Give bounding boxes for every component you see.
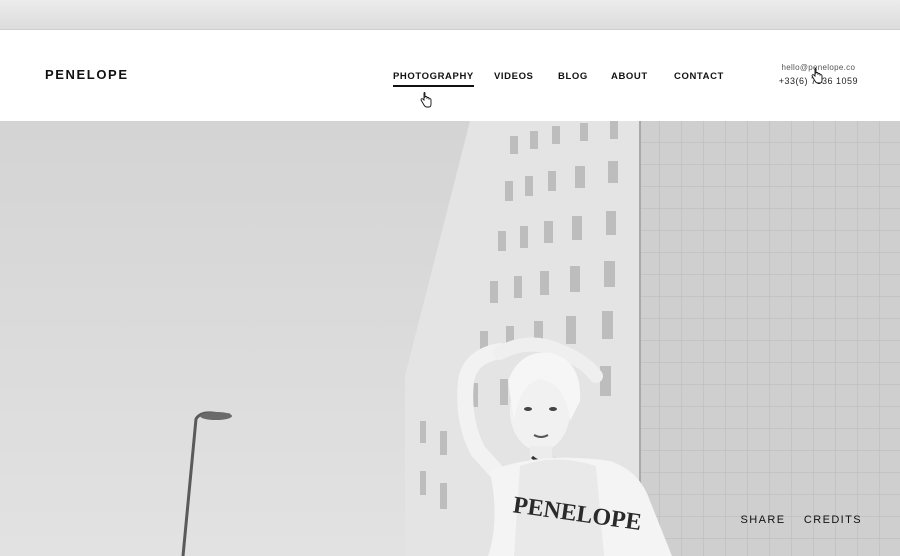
- nav-item-blog[interactable]: BLOG: [558, 71, 588, 82]
- hero-actions: SHARE CREDITS: [727, 510, 862, 528]
- share-button[interactable]: SHARE: [741, 514, 786, 526]
- nav-item-photography[interactable]: PHOTOGRAPHY: [393, 71, 474, 87]
- browser-toolbar: [0, 0, 900, 30]
- nav-item-videos[interactable]: VIDEOS: [494, 71, 534, 82]
- hand-cursor-icon: [420, 92, 432, 108]
- active-nav-underline: [393, 85, 474, 87]
- hand-cursor-icon: [811, 68, 823, 84]
- hero-photo: PENELOPE SHARE CREDITS: [0, 121, 900, 556]
- nav-item-about[interactable]: ABOUT: [611, 71, 648, 82]
- nav-item-label: PHOTOGRAPHY: [393, 71, 474, 82]
- photo-portrait-icon: PENELOPE: [0, 121, 900, 556]
- site-header: PENELOPE PHOTOGRAPHY VIDEOS BLOG ABOUT C…: [0, 30, 900, 121]
- main-nav: PHOTOGRAPHY VIDEOS BLOG ABOUT CONTACT: [0, 71, 900, 91]
- credits-button[interactable]: CREDITS: [804, 514, 862, 526]
- nav-item-contact[interactable]: CONTACT: [674, 71, 724, 82]
